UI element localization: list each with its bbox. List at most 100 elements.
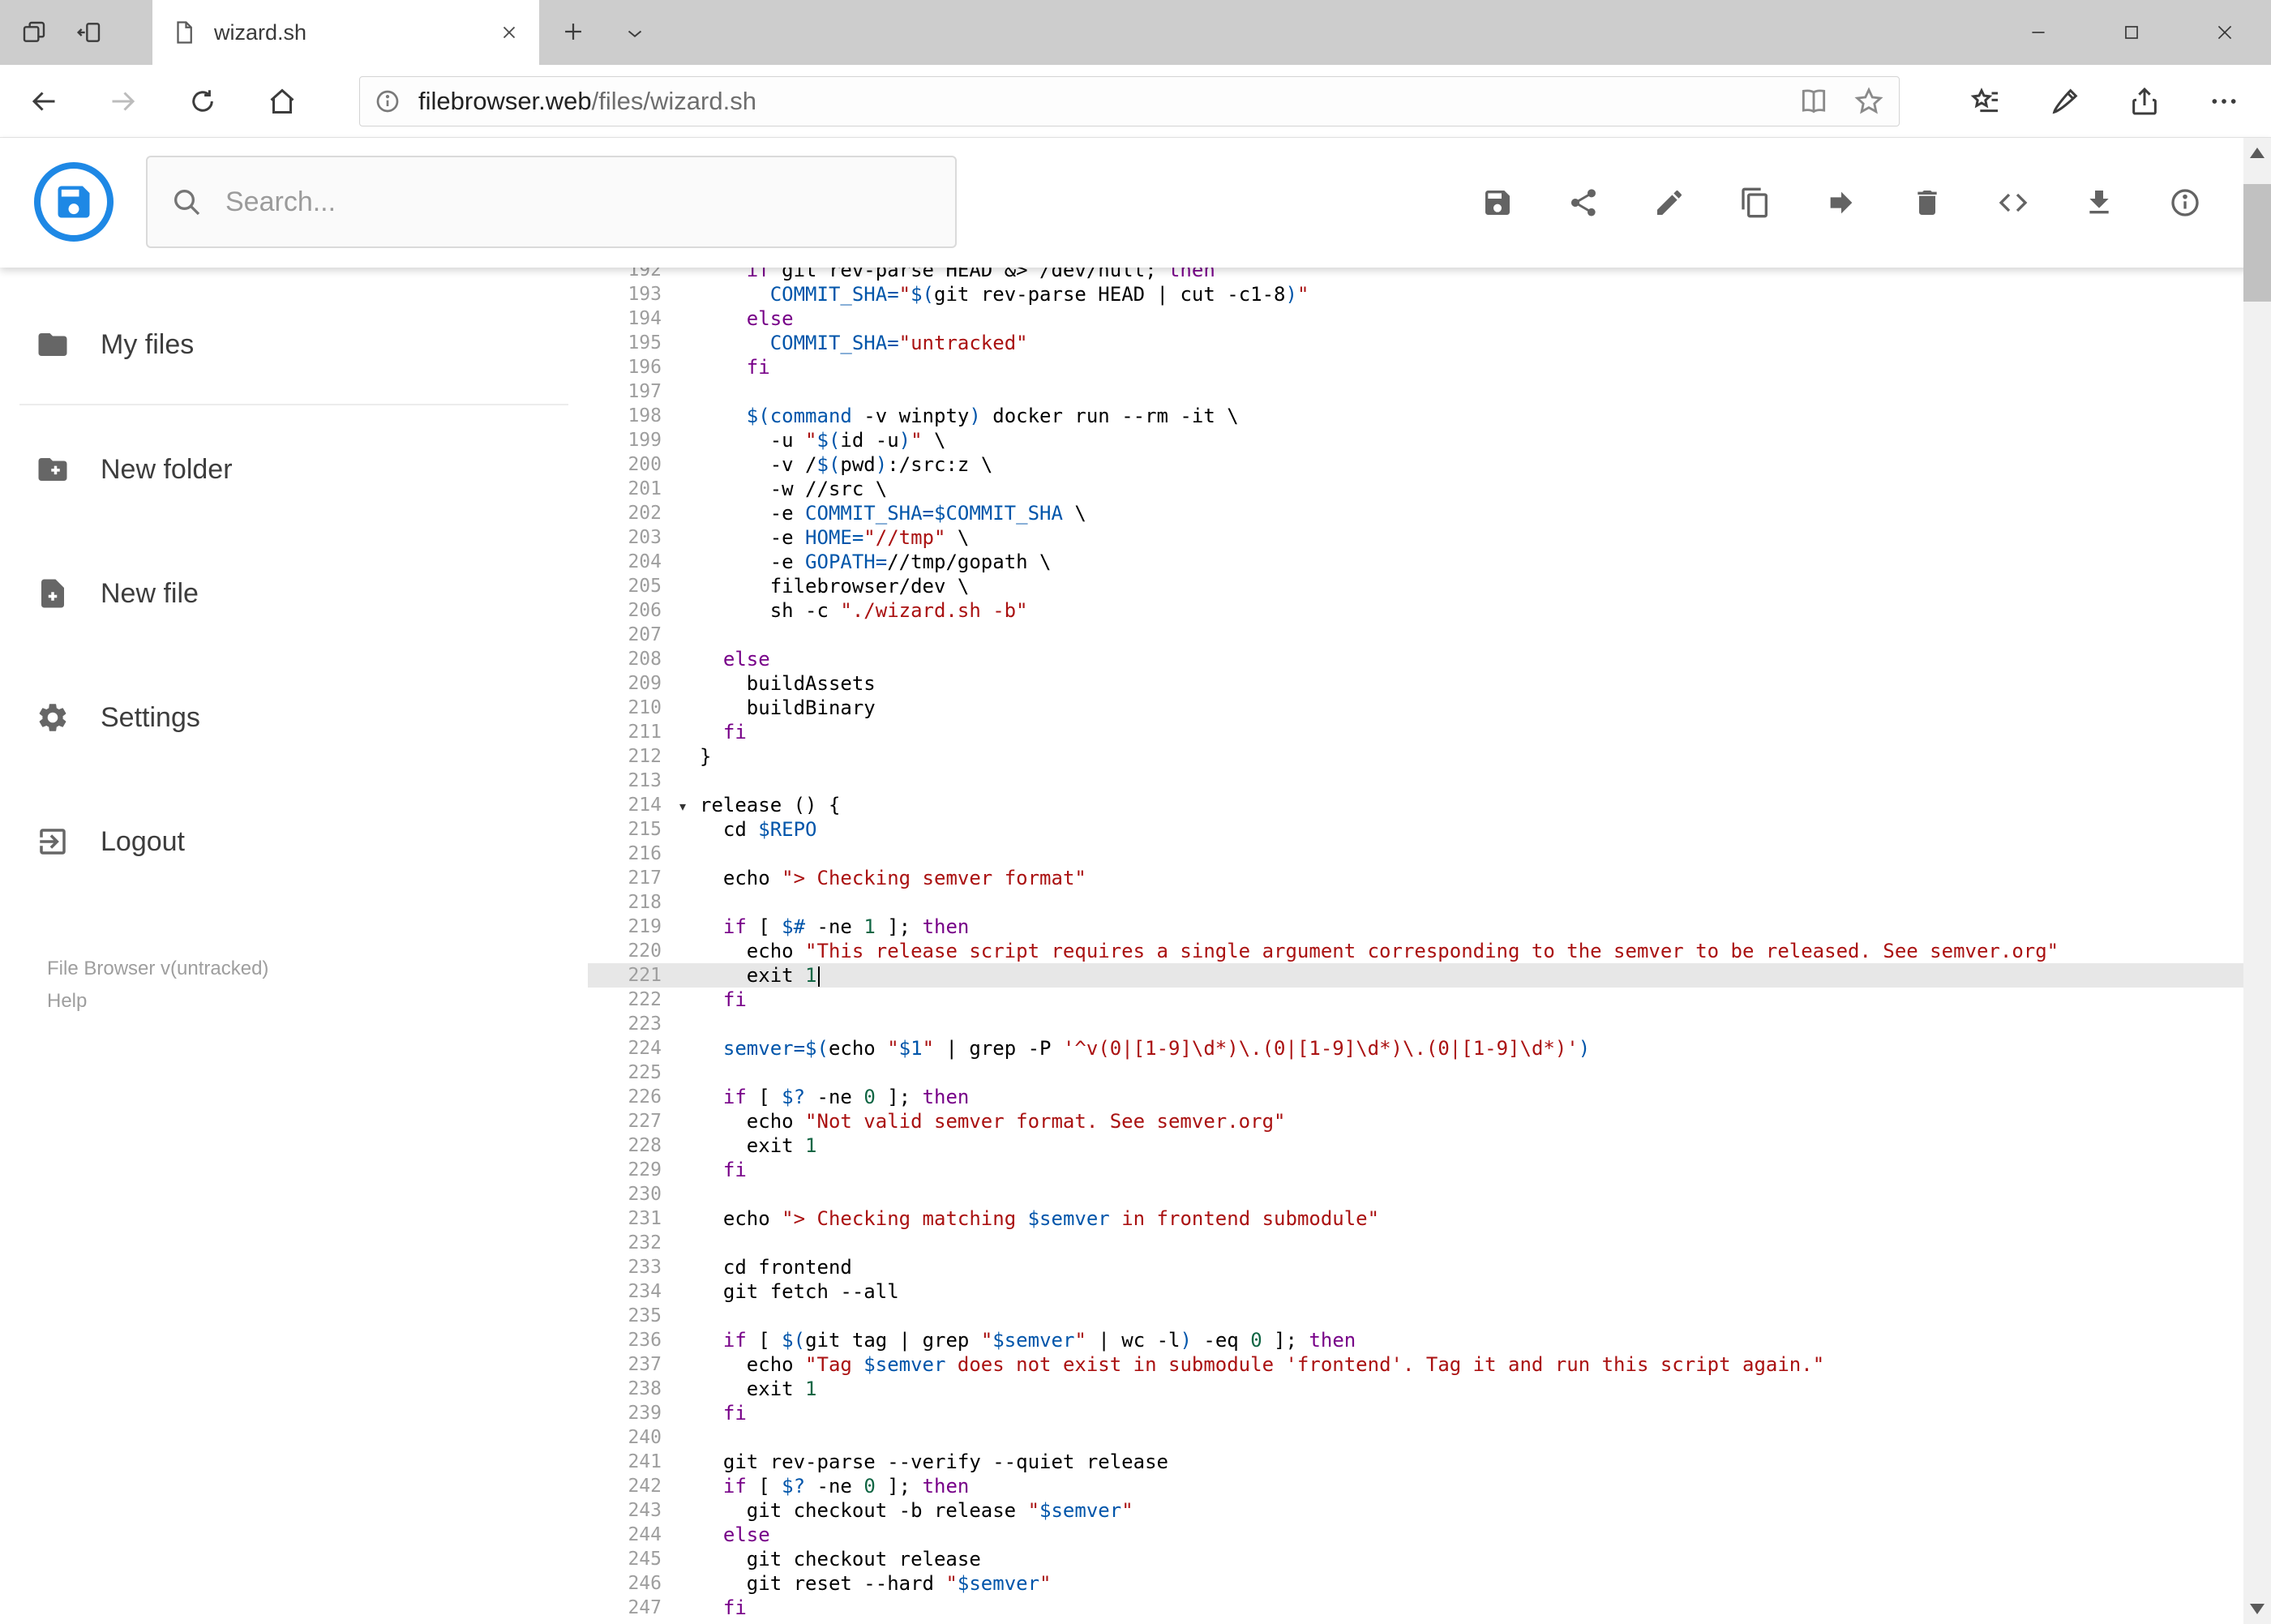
favorites-hub-icon[interactable]: [1969, 85, 2002, 118]
code-line-247[interactable]: 247 fi: [588, 1596, 2271, 1620]
scrollbar-thumb[interactable]: [2243, 184, 2271, 302]
code-line-212[interactable]: 212}: [588, 744, 2271, 769]
code-line-193[interactable]: 193 COMMIT_SHA="$(git rev-parse HEAD | c…: [588, 282, 2271, 306]
scroll-down-arrow-icon[interactable]: [2250, 1604, 2265, 1614]
code-line-245[interactable]: 245 git checkout release: [588, 1547, 2271, 1571]
more-ellipsis-icon[interactable]: [2208, 85, 2240, 118]
code-line-210[interactable]: 210 buildBinary: [588, 696, 2271, 720]
code-line-233[interactable]: 233 cd frontend: [588, 1255, 2271, 1279]
code-line-242[interactable]: 242 if [ $? -ne 0 ]; then: [588, 1474, 2271, 1498]
code-line-200[interactable]: 200 -v /$(pwd):/src:z \: [588, 452, 2271, 477]
info-button[interactable]: [2169, 186, 2201, 219]
code-line-198[interactable]: 198 $(command -v winpty) docker run --rm…: [588, 404, 2271, 428]
code-line-194[interactable]: 194 else: [588, 306, 2271, 331]
sidebar-item-logout[interactable]: Logout: [0, 797, 588, 886]
code-line-230[interactable]: 230: [588, 1182, 2271, 1206]
home-button[interactable]: [268, 87, 297, 116]
set-tabs-aside-icon[interactable]: [76, 19, 102, 45]
save-button[interactable]: [1481, 186, 1514, 219]
search-input[interactable]: [224, 185, 932, 219]
code-line-208[interactable]: 208 else: [588, 647, 2271, 671]
code-line-221[interactable]: 221 exit 1: [588, 963, 2271, 988]
code-line-201[interactable]: 201 -w //src \: [588, 477, 2271, 501]
code-line-237[interactable]: 237 echo "Tag $semver does not exist in …: [588, 1352, 2271, 1377]
help-link[interactable]: Help: [47, 985, 268, 1018]
code-line-238[interactable]: 238 exit 1: [588, 1377, 2271, 1401]
tab-close-icon[interactable]: [499, 22, 520, 43]
code-line-206[interactable]: 206 sh -c "./wizard.sh -b": [588, 598, 2271, 623]
code-line-241[interactable]: 241 git rev-parse --verify --quiet relea…: [588, 1450, 2271, 1474]
download-button[interactable]: [2083, 186, 2115, 219]
code-line-218[interactable]: 218: [588, 890, 2271, 915]
web-note-pen-icon[interactable]: [2049, 85, 2081, 118]
code-editor[interactable]: 192 if git rev-parse HEAD &> /dev/null; …: [588, 268, 2271, 1624]
new-tab-button[interactable]: [559, 18, 587, 45]
favorite-star-icon[interactable]: [1853, 86, 1884, 117]
code-line-211[interactable]: 211 fi: [588, 720, 2271, 744]
code-line-219[interactable]: 219 if [ $# -ne 1 ]; then: [588, 915, 2271, 939]
code-line-202[interactable]: 202 -e COMMIT_SHA=$COMMIT_SHA \: [588, 501, 2271, 525]
copy-button[interactable]: [1739, 186, 1772, 219]
code-line-226[interactable]: 226 if [ $? -ne 0 ]; then: [588, 1085, 2271, 1109]
refresh-button[interactable]: [188, 87, 217, 116]
delete-button[interactable]: [1911, 186, 1943, 219]
close-window-button[interactable]: [2178, 0, 2271, 65]
scroll-up-arrow-icon[interactable]: [2250, 148, 2265, 158]
code-line-232[interactable]: 232: [588, 1231, 2271, 1255]
code-line-192[interactable]: 192 if git rev-parse HEAD &> /dev/null; …: [588, 268, 2271, 282]
search-box[interactable]: [146, 156, 957, 248]
code-line-205[interactable]: 205 filebrowser/dev \: [588, 574, 2271, 598]
code-line-196[interactable]: 196 fi: [588, 355, 2271, 379]
code-line-243[interactable]: 243 git checkout -b release "$semver": [588, 1498, 2271, 1523]
code-line-231[interactable]: 231 echo "> Checking matching $semver in…: [588, 1206, 2271, 1231]
sidebar-item-settings[interactable]: Settings: [0, 673, 588, 762]
code-line-214[interactable]: 214 ▾ release () {: [588, 793, 2271, 817]
code-line-217[interactable]: 217 echo "> Checking semver format": [588, 866, 2271, 890]
code-line-227[interactable]: 227 echo "Not valid semver format. See s…: [588, 1109, 2271, 1133]
code-line-235[interactable]: 235: [588, 1304, 2271, 1328]
reading-view-icon[interactable]: [1798, 86, 1829, 117]
code-line-203[interactable]: 203 -e HOME="//tmp" \: [588, 525, 2271, 550]
code-line-213[interactable]: 213: [588, 769, 2271, 793]
code-line-204[interactable]: 204 -e GOPATH=//tmp/gopath \: [588, 550, 2271, 574]
tab-list-chevron-icon[interactable]: [623, 21, 647, 45]
sidebar-item-new-file[interactable]: New file: [0, 549, 588, 638]
code-line-195[interactable]: 195 COMMIT_SHA="untracked": [588, 331, 2271, 355]
code-line-223[interactable]: 223: [588, 1012, 2271, 1036]
code-line-199[interactable]: 199 -u "$(id -u)" \: [588, 428, 2271, 452]
back-button[interactable]: [29, 87, 58, 116]
raw-editor-button[interactable]: [1997, 186, 2029, 219]
sidebar-item-new-folder[interactable]: New folder: [0, 425, 588, 514]
code-line-216[interactable]: 216: [588, 842, 2271, 866]
code-line-197[interactable]: 197: [588, 379, 2271, 404]
code-line-244[interactable]: 244 else: [588, 1523, 2271, 1547]
page-scrollbar[interactable]: [2243, 138, 2271, 1624]
filebrowser-logo[interactable]: [34, 162, 114, 242]
forward-button[interactable]: [109, 87, 138, 116]
browser-tab[interactable]: wizard.sh: [152, 0, 539, 65]
sidebar-item-my-files[interactable]: My files: [0, 300, 588, 389]
address-bar[interactable]: filebrowser.web/files/wizard.sh: [359, 75, 1900, 126]
code-line-207[interactable]: 207: [588, 623, 2271, 647]
code-line-239[interactable]: 239 fi: [588, 1401, 2271, 1425]
code-line-209[interactable]: 209 buildAssets: [588, 671, 2271, 696]
code-line-228[interactable]: 228 exit 1: [588, 1133, 2271, 1158]
code-line-225[interactable]: 225: [588, 1061, 2271, 1085]
share-button[interactable]: [1567, 186, 1600, 219]
code-line-224[interactable]: 224 semver=$(echo "$1" | grep -P '^v(0|[…: [588, 1036, 2271, 1061]
minimize-button[interactable]: [1991, 0, 2085, 65]
page-info-icon[interactable]: [375, 88, 401, 114]
code-line-222[interactable]: 222 fi: [588, 988, 2271, 1012]
share-page-icon[interactable]: [2128, 85, 2161, 118]
code-line-234[interactable]: 234 git fetch --all: [588, 1279, 2271, 1304]
move-button[interactable]: [1825, 186, 1858, 219]
code-line-236[interactable]: 236 if [ $(git tag | grep "$semver" | wc…: [588, 1328, 2271, 1352]
code-line-246[interactable]: 246 git reset --hard "$semver": [588, 1571, 2271, 1596]
maximize-button[interactable]: [2085, 0, 2178, 65]
code-line-229[interactable]: 229 fi: [588, 1158, 2271, 1182]
fold-marker-icon[interactable]: ▾: [679, 795, 686, 820]
code-line-215[interactable]: 215 cd $REPO: [588, 817, 2271, 842]
rename-button[interactable]: [1653, 186, 1686, 219]
code-line-220[interactable]: 220 echo "This release script requires a…: [588, 939, 2271, 963]
code-line-240[interactable]: 240: [588, 1425, 2271, 1450]
